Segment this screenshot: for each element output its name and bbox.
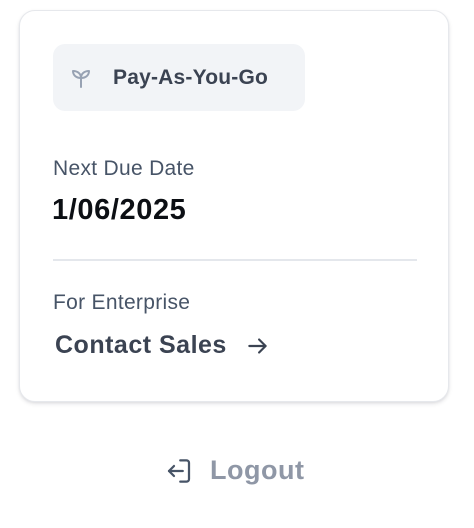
logout-button[interactable]: Logout bbox=[164, 455, 304, 486]
divider bbox=[53, 259, 417, 261]
contact-sales-label: Contact Sales bbox=[55, 331, 227, 359]
logout-icon bbox=[164, 456, 194, 486]
sprout-icon bbox=[69, 66, 93, 90]
plan-card: Pay-As-You-Go Next Due Date 1/06/2025 Fo… bbox=[19, 10, 449, 402]
contact-sales-link[interactable]: Contact Sales bbox=[55, 331, 271, 360]
logout-label: Logout bbox=[210, 455, 305, 485]
due-date-label: Next Due Date bbox=[53, 157, 195, 180]
plan-badge: Pay-As-You-Go bbox=[53, 44, 305, 111]
due-date-value: 1/06/2025 bbox=[52, 194, 187, 226]
plan-label: Pay-As-You-Go bbox=[113, 65, 269, 89]
arrow-right-icon bbox=[245, 333, 271, 359]
enterprise-label: For Enterprise bbox=[53, 291, 191, 314]
